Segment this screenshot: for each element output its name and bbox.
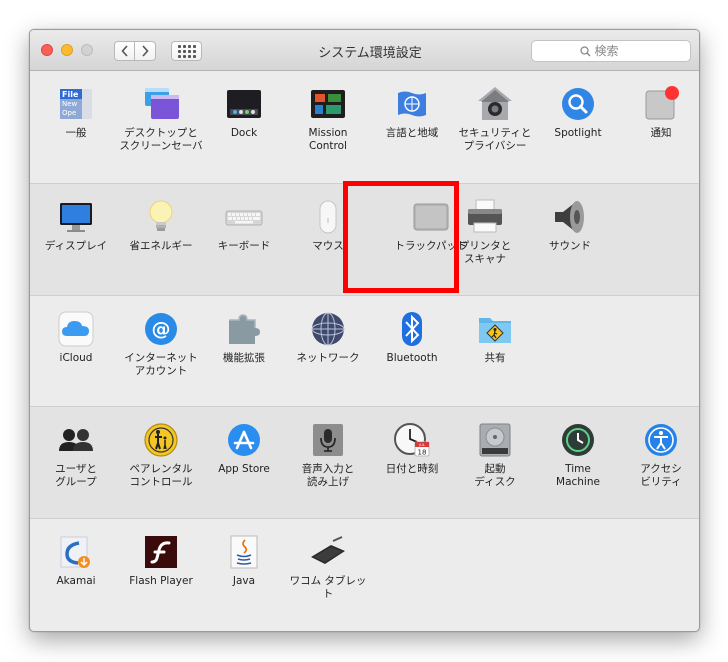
section-hardware: ディスプレイ 省エネルギー キーボード マウス トラックパッド プリンタと スキ… [30,183,699,296]
pane-label: Dock [230,127,258,139]
accessibility-icon [642,421,680,459]
startup-disk-icon [476,421,514,459]
pane-label: ディスプレイ [44,240,108,252]
svg-text:JUL: JUL [418,443,425,447]
trackpad-icon [412,198,450,236]
title-bar: システム環境設定 [30,30,699,71]
wacom-tablet-icon [309,533,347,571]
general-icon: File New Ope [57,85,95,123]
akamai-icon [57,533,95,571]
pane-label: サウンド [549,240,591,252]
zoom-window-button[interactable] [81,44,93,56]
pane-label: Akamai [56,575,96,587]
close-window-button[interactable] [41,44,53,56]
pane-label: 起動 ディスク [474,463,516,488]
pane-label: アクセシ ビリティ [640,463,682,488]
minimize-window-button[interactable] [61,44,73,56]
search-field[interactable] [531,40,691,62]
displays-icon [57,198,95,236]
internet-accounts-icon: @ [142,310,180,348]
pane-label: 音声入力と 読み上げ [301,463,355,488]
section-personal: File New Ope 一般 デスクトップと スクリーンセーバ Dock Mi… [30,71,699,183]
pane-label: 省エネルギー [129,240,193,252]
svg-text:Ope: Ope [62,109,76,117]
bluetooth-icon [393,310,431,348]
pane-label: Time Machine [556,463,600,488]
pane-label: インターネット アカウント [124,352,198,377]
app-store-icon [225,421,263,459]
pane-label: マウス [312,240,344,252]
pane-label: Java [232,575,256,587]
language-region-icon [393,85,431,123]
pane-label: デスクトップと スクリーンセーバ [119,127,203,152]
svg-text:New: New [62,100,78,108]
java-icon [225,533,263,571]
date-time-icon: JUL 18 [393,421,431,459]
pane-label: ワコム タブレット [289,575,367,600]
printers-scanners-icon [466,198,504,236]
icloud-icon [57,310,95,348]
keyboard-icon [225,198,263,236]
pane-label: 言語と地域 [385,127,439,139]
dictation-speech-icon [309,421,347,459]
pane-label: App Store [218,463,270,475]
time-machine-icon [559,421,597,459]
search-icon [579,45,590,56]
pane-label: iCloud [59,352,93,364]
pane-label: キーボード [217,240,271,252]
users-groups-icon [57,421,95,459]
pane-label: Flash Player [129,575,193,587]
pane-label: ネットワーク [296,352,360,364]
pane-label: 機能拡張 [223,352,265,364]
pane-label: 共有 [484,352,506,364]
pane-label: プリンタと スキャナ [458,240,512,265]
security-privacy-icon [476,85,514,123]
pane-label: ペアレンタル コントロール [129,463,193,488]
chevron-left-icon [120,45,128,57]
pane-label: 日付と時刻 [385,463,439,475]
back-button[interactable] [114,41,135,61]
window-title: システム環境設定 [318,46,422,61]
chevron-right-icon [142,45,149,57]
parental-controls-icon [142,421,180,459]
pane-label: 通知 [650,127,672,139]
section-internet: iCloud @ インターネット アカウント 機能拡張 ネットワーク Bluet… [30,295,699,407]
spotlight-icon [559,85,597,123]
svg-text:18: 18 [418,449,427,457]
sound-icon [551,198,589,236]
section-other: Akamai Flash Player Java ワコム タブレット [30,518,699,631]
desktop-screensaver-icon [142,85,180,123]
energy-saver-icon [142,198,180,236]
pane-label: 一般 [65,127,87,139]
svg-text:File: File [62,90,79,99]
sharing-icon [476,310,514,348]
pane-label: セキュリティと プライバシー [458,127,532,152]
flash-player-icon [142,533,180,571]
pane-label: ユーザと グループ [55,463,97,488]
pane-label: Mission Control [308,127,348,152]
section-system: ユーザと グループ ペアレンタル コントロール App Store 音声入力と … [30,406,699,519]
network-icon [309,310,347,348]
notifications-icon [642,85,680,123]
pane-label: Bluetooth [386,352,438,364]
forward-button[interactable] [135,41,156,61]
svg-text:@: @ [152,318,171,340]
pane-label: Spotlight [554,127,602,139]
mission-control-icon [309,85,347,123]
search-input[interactable] [594,44,643,58]
system-preferences-window: システム環境設定 File New Ope 一般 [29,29,700,632]
extensions-icon [225,310,263,348]
mouse-icon [309,198,347,236]
show-all-button[interactable] [171,41,202,61]
dock-icon [225,85,263,123]
